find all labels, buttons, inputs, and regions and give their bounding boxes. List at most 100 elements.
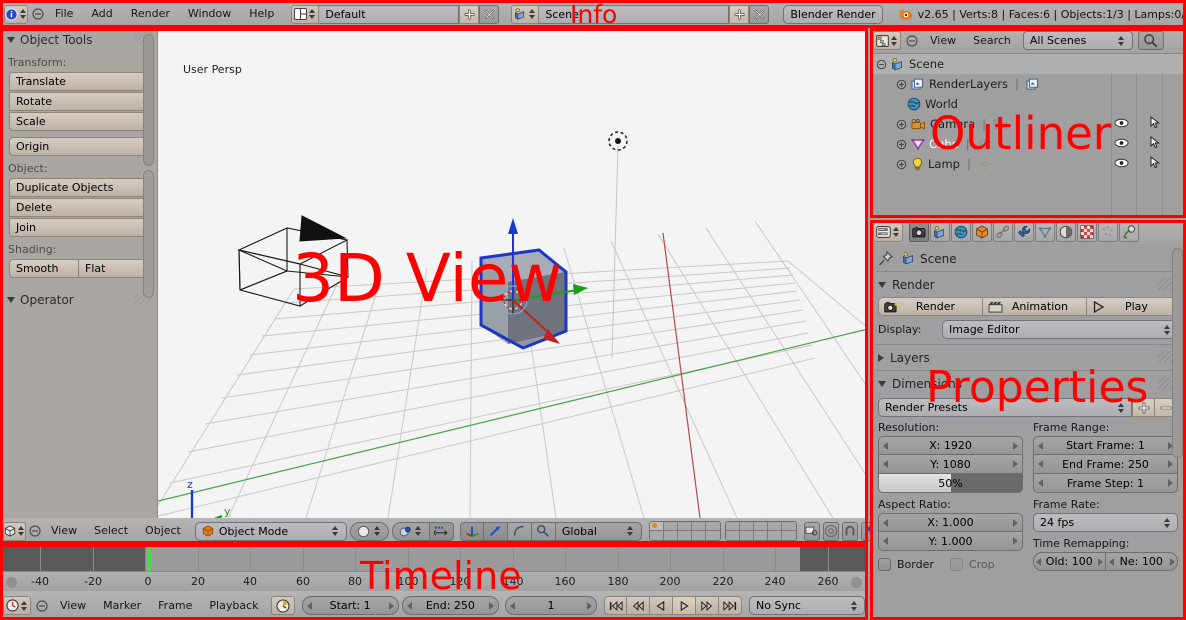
toolshelf-scrollbar[interactable]	[143, 34, 154, 166]
outliner-row-world[interactable]: World	[870, 94, 1186, 114]
3d-view-editor-type-icon[interactable]	[3, 521, 26, 541]
expand-icon[interactable]	[896, 159, 907, 170]
jump-to-end-icon[interactable]	[719, 596, 743, 615]
resolution-percentage-slider[interactable]: 50%	[878, 474, 1023, 493]
display-mode-select[interactable]: Image Editor	[942, 320, 1178, 339]
rotate-button[interactable]: Rotate	[9, 92, 148, 111]
render-button[interactable]: Render	[878, 297, 983, 316]
world-tab[interactable]	[951, 222, 971, 242]
properties-editor[interactable]: Scene Render Render Animation Play Displ…	[870, 220, 1186, 620]
outliner-menu-view[interactable]: View	[923, 30, 963, 52]
menu-render[interactable]: Render	[124, 3, 177, 25]
collapse-expander-icon[interactable]	[876, 59, 887, 70]
collapse-icon[interactable]	[904, 34, 920, 47]
scene-tab[interactable]	[930, 222, 950, 242]
render-section-header[interactable]: Render	[870, 274, 1186, 295]
collapse-icon[interactable]	[29, 525, 41, 537]
operator-panel-header[interactable]: Operator	[0, 288, 157, 311]
outliner-display-mode-select[interactable]: All Scenes	[1022, 31, 1133, 50]
properties-editor-type-icon[interactable]	[873, 222, 903, 242]
render-tab[interactable]	[909, 222, 929, 242]
auto-keyframe-icon[interactable]	[270, 596, 295, 615]
object-tab[interactable]	[972, 222, 992, 242]
scene-layers-grid[interactable]	[648, 521, 797, 541]
cursor-arrow-icon[interactable]	[1150, 155, 1161, 172]
add-preset-button[interactable]	[1132, 398, 1155, 417]
resolution-x-stepper[interactable]: X: 1920	[878, 436, 1023, 455]
renderlayer-data-icon[interactable]	[1026, 78, 1040, 91]
toolshelf-scrollbar-track[interactable]	[143, 170, 154, 298]
add-scene-button[interactable]	[729, 4, 750, 24]
modifier-tab[interactable]	[1014, 222, 1034, 242]
pin-icon[interactable]	[878, 251, 894, 266]
current-frame-stepper[interactable]: 1	[505, 596, 598, 615]
screen-layout-field[interactable]: Default	[319, 4, 460, 24]
scene-name-field[interactable]: Scene	[539, 4, 730, 24]
aspect-x-stepper[interactable]: X: 1.000	[878, 513, 1023, 532]
flat-shading-button[interactable]: Flat	[79, 259, 148, 278]
aspect-y-stepper[interactable]: Y: 1.000	[878, 532, 1023, 551]
material-tab[interactable]	[1056, 222, 1076, 242]
physics-tab[interactable]	[1119, 222, 1139, 242]
timeline-hscroll-left-handle[interactable]	[6, 577, 17, 588]
camera-data-icon[interactable]	[993, 118, 1008, 131]
particles-tab[interactable]	[1098, 222, 1118, 242]
object-tools-panel-header[interactable]: Object Tools	[0, 28, 157, 51]
timeline-menu-playback[interactable]: Playback	[202, 595, 265, 617]
delete-button[interactable]: Delete	[9, 198, 148, 217]
view3d-menu-object[interactable]: Object	[138, 520, 188, 542]
dimensions-section-header[interactable]: Dimensions	[870, 373, 1186, 394]
manipulator-toggle-icon[interactable]	[429, 521, 454, 541]
mesh-data-icon[interactable]	[977, 137, 991, 151]
add-layout-button[interactable]	[459, 4, 480, 24]
jump-to-start-icon[interactable]	[604, 596, 628, 615]
timeline-hscroll-right-handle[interactable]	[851, 577, 862, 588]
menu-file[interactable]: File	[48, 3, 80, 25]
render-engine-select[interactable]: Blender Render	[783, 4, 883, 24]
end-frame-stepper[interactable]: End: 250	[401, 596, 500, 615]
animation-button[interactable]: Animation	[982, 297, 1087, 316]
outliner-row-scene[interactable]: Scene	[870, 54, 1186, 74]
play-reverse-icon[interactable]	[650, 596, 674, 615]
constraint-tab[interactable]	[993, 222, 1013, 242]
outliner-editor-type-icon[interactable]	[873, 31, 901, 50]
timeline-playhead[interactable]	[147, 544, 151, 571]
eye-icon[interactable]	[1114, 118, 1129, 131]
texture-tab[interactable]	[1077, 222, 1097, 242]
transform-orientation-select[interactable]: Global	[555, 521, 642, 541]
border-checkbox[interactable]	[878, 558, 891, 571]
jump-next-keyframe-icon[interactable]	[696, 596, 720, 615]
proportional-edit-icon[interactable]	[822, 521, 839, 541]
join-button[interactable]: Join	[9, 218, 148, 237]
timeline-track[interactable]	[0, 544, 868, 571]
expand-icon[interactable]	[896, 79, 907, 90]
scale-manipulator-icon[interactable]	[507, 521, 532, 541]
rotate-manipulator-icon[interactable]	[483, 521, 508, 541]
eye-icon[interactable]	[1114, 158, 1129, 171]
tool-shelf[interactable]: Object Tools Transform: Translate Rotate…	[0, 28, 158, 518]
end-frame-stepper[interactable]: End Frame: 250	[1033, 455, 1178, 474]
crop-checkbox[interactable]	[949, 558, 963, 571]
origin-button[interactable]: Origin	[9, 137, 148, 156]
playback-transport[interactable]	[604, 596, 743, 615]
translate-manipulator-icon[interactable]	[459, 521, 484, 541]
delete-scene-button[interactable]	[749, 4, 770, 24]
screen-layout-icon[interactable]	[291, 4, 320, 24]
duplicate-objects-button[interactable]: Duplicate Objects	[9, 178, 148, 197]
lock-camera-icon[interactable]	[803, 521, 820, 541]
timeline-editor[interactable]: -40 -20 0 20 40 60 80 100 120 140 160 18…	[0, 544, 868, 620]
play-icon[interactable]	[673, 596, 697, 615]
expand-icon[interactable]	[896, 119, 907, 130]
timeline-menu-frame[interactable]: Frame	[151, 595, 199, 617]
eye-icon[interactable]	[1114, 138, 1129, 151]
start-frame-stepper[interactable]: Start Frame: 1	[1033, 436, 1178, 455]
expand-icon[interactable]	[896, 139, 907, 150]
smooth-shading-button[interactable]: Smooth	[9, 259, 79, 278]
menu-help[interactable]: Help	[242, 3, 281, 25]
orientation-gizmo-icon[interactable]	[531, 521, 556, 541]
view3d-menu-view[interactable]: View	[44, 520, 84, 542]
time-remap-old-stepper[interactable]: Old: 100	[1033, 552, 1106, 571]
outliner-row-renderlayers[interactable]: RenderLayers |	[870, 74, 1186, 94]
timeline-editor-type-icon[interactable]	[3, 596, 31, 615]
timeline-ruler[interactable]: -40 -20 0 20 40 60 80 100 120 140 160 18…	[0, 571, 868, 591]
